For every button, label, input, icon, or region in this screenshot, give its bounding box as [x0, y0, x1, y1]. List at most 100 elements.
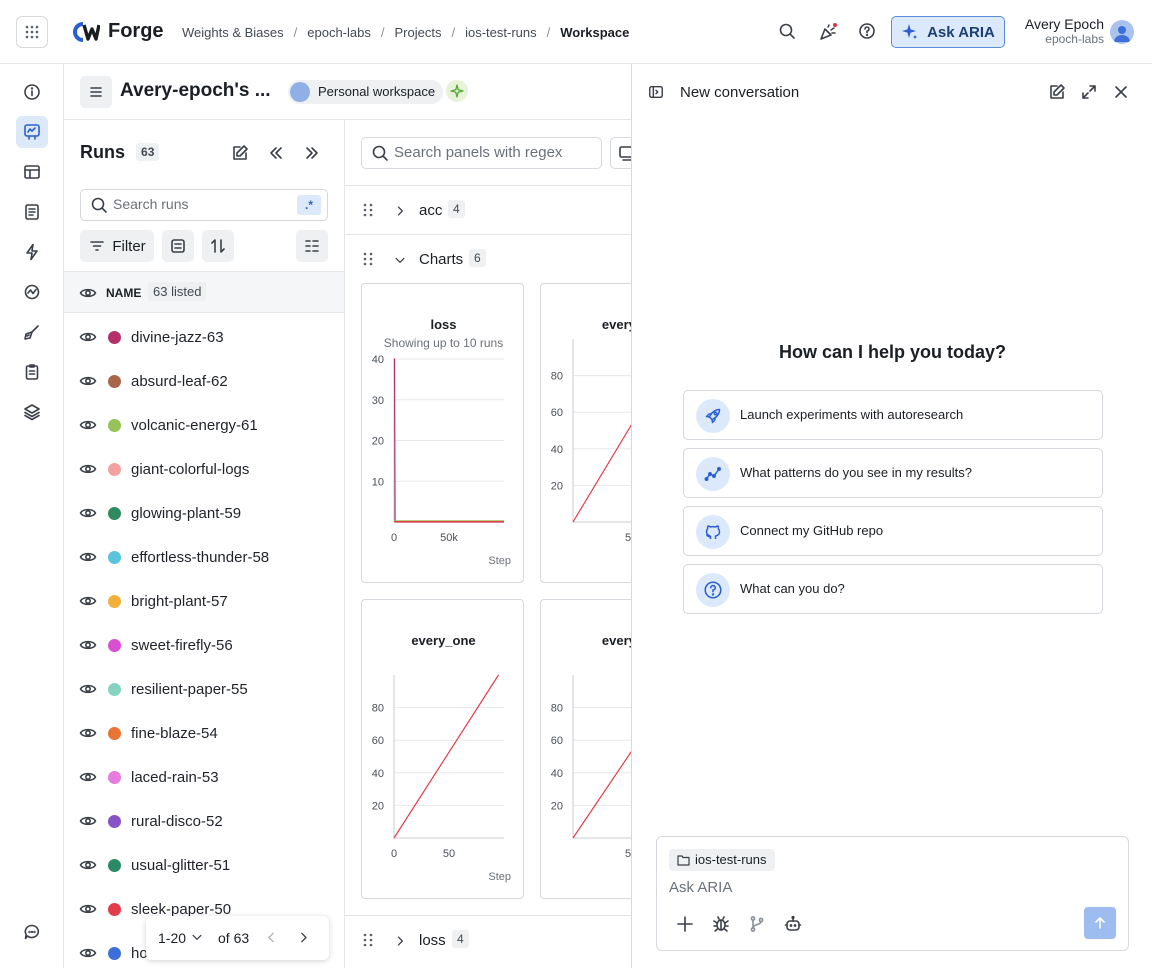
- run-color-dot[interactable]: [108, 903, 121, 916]
- series-line[interactable]: [572, 675, 631, 839]
- run-color-dot[interactable]: [108, 947, 121, 960]
- run-name[interactable]: glowing-plant-59: [131, 505, 241, 522]
- panel-view-button[interactable]: [610, 137, 631, 169]
- run-name[interactable]: rural-disco-52: [131, 813, 223, 830]
- run-color-dot[interactable]: [108, 507, 121, 520]
- run-name[interactable]: volcanic-energy-61: [131, 417, 258, 434]
- run-color-dot[interactable]: [108, 639, 121, 652]
- eye-icon[interactable]: [79, 900, 97, 918]
- expand-icon[interactable]: [1080, 83, 1098, 101]
- breadcrumb-item[interactable]: ios-test-runs: [465, 25, 537, 40]
- run-name[interactable]: giant-colorful-logs: [131, 461, 249, 478]
- run-row[interactable]: bright-plant-57: [64, 579, 344, 623]
- rail-sweeper[interactable]: [16, 316, 48, 348]
- chart-card-every-2[interactable]: every_ 806040205: [540, 599, 631, 899]
- run-row[interactable]: laced-rain-53: [64, 755, 344, 799]
- run-row[interactable]: absurd-leaf-62: [64, 359, 344, 403]
- eye-icon[interactable]: [79, 856, 97, 874]
- eye-icon[interactable]: [79, 680, 97, 698]
- panel-search-input[interactable]: [394, 144, 594, 161]
- run-name[interactable]: sweet-firefly-56: [131, 637, 233, 654]
- eye-icon[interactable]: [79, 768, 97, 786]
- edit-icon[interactable]: [231, 144, 249, 162]
- drag-handle-icon[interactable]: [363, 933, 373, 947]
- eye-icon[interactable]: [79, 460, 97, 478]
- eye-icon[interactable]: [79, 636, 97, 654]
- workspace-title[interactable]: Avery-epoch's ...: [120, 80, 271, 102]
- eye-icon[interactable]: [79, 504, 97, 522]
- breadcrumb-item[interactable]: epoch-labs: [307, 25, 371, 40]
- run-color-dot[interactable]: [108, 463, 121, 476]
- rail-artifacts[interactable]: [16, 396, 48, 428]
- run-row[interactable]: divine-jazz-63: [64, 315, 344, 359]
- run-row[interactable]: rural-disco-52: [64, 799, 344, 843]
- chevron-right-icon[interactable]: [393, 934, 407, 948]
- robot-icon[interactable]: [784, 915, 802, 933]
- avatar[interactable]: [1110, 20, 1134, 44]
- run-name[interactable]: absurd-leaf-62: [131, 373, 228, 390]
- group-button[interactable]: [162, 230, 194, 262]
- eye-icon[interactable]: [79, 944, 97, 962]
- regex-toggle[interactable]: .*: [297, 195, 321, 215]
- run-name[interactable]: fine-blaze-54: [131, 725, 218, 742]
- run-color-dot[interactable]: [108, 815, 121, 828]
- chevron-down-icon[interactable]: [190, 930, 204, 944]
- run-name[interactable]: usual-glitter-51: [131, 857, 230, 874]
- suggestion-patterns[interactable]: What patterns do you see in my results?: [683, 448, 1103, 498]
- eye-icon[interactable]: [79, 724, 97, 742]
- run-row[interactable]: resilient-paper-55: [64, 667, 344, 711]
- section-acc[interactable]: acc 4: [345, 185, 631, 234]
- chart-card-every[interactable]: every_ 806040205: [540, 283, 631, 583]
- run-name[interactable]: effortless-thunder-58: [131, 549, 269, 566]
- run-name[interactable]: divine-jazz-63: [131, 329, 224, 346]
- column-name-header[interactable]: NAME: [106, 286, 141, 300]
- context-chip[interactable]: ios-test-runs: [669, 849, 775, 871]
- series-line[interactable]: [393, 674, 500, 839]
- eye-icon[interactable]: [79, 372, 97, 390]
- eye-icon[interactable]: [79, 284, 97, 302]
- rail-workspace[interactable]: [16, 116, 48, 148]
- breadcrumb-item[interactable]: Projects: [395, 25, 442, 40]
- search-runs-input[interactable]: [113, 196, 293, 212]
- run-color-dot[interactable]: [108, 727, 121, 740]
- suggestion-github[interactable]: Connect my GitHub repo: [683, 506, 1103, 556]
- run-color-dot[interactable]: [108, 771, 121, 784]
- breadcrumb-item[interactable]: Weights & Biases: [182, 25, 284, 40]
- branch-icon[interactable]: [748, 915, 766, 933]
- send-button[interactable]: [1084, 907, 1116, 939]
- menu-button[interactable]: [80, 76, 112, 108]
- workspace-type-badge[interactable]: Personal workspace: [288, 80, 444, 104]
- eye-icon[interactable]: [79, 812, 97, 830]
- rail-clipboard[interactable]: [16, 356, 48, 388]
- run-name[interactable]: laced-rain-53: [131, 769, 219, 786]
- columns-button[interactable]: [296, 230, 328, 262]
- chart-card-loss[interactable]: loss Showing up to 10 runs 40 30 20 10 0 50k S…: [361, 283, 524, 583]
- filter-button[interactable]: Filter: [80, 230, 154, 262]
- brand[interactable]: Forge: [72, 20, 164, 43]
- rail-feedback[interactable]: [16, 916, 48, 948]
- series-line[interactable]: [572, 339, 631, 523]
- chevron-right-icon[interactable]: [393, 204, 407, 218]
- suggestion-capabilities[interactable]: What can you do?: [683, 564, 1103, 614]
- eye-icon[interactable]: [79, 328, 97, 346]
- eye-icon[interactable]: [79, 592, 97, 610]
- run-row[interactable]: usual-glitter-51: [64, 843, 344, 887]
- chevron-down-icon[interactable]: [393, 253, 407, 267]
- suggestion-autoresearch[interactable]: Launch experiments with autoresearch: [683, 390, 1103, 440]
- add-icon[interactable]: [676, 915, 694, 933]
- rail-reports[interactable]: [16, 196, 48, 228]
- rail-runs-table[interactable]: [16, 156, 48, 188]
- sort-button[interactable]: [202, 230, 234, 262]
- rail-automations[interactable]: [16, 236, 48, 268]
- run-name[interactable]: bright-plant-57: [131, 593, 228, 610]
- sidebar-toggle-icon[interactable]: [648, 84, 664, 100]
- chevron-right-icon[interactable]: [296, 930, 311, 945]
- run-color-dot[interactable]: [108, 859, 121, 872]
- ask-aria-button[interactable]: Ask ARIA: [891, 16, 1005, 48]
- new-chat-icon[interactable]: [1048, 83, 1066, 101]
- collapse-left-icon[interactable]: [267, 144, 285, 162]
- chart-card-every-one[interactable]: every_one 80 60 40 20 0 50 Step: [361, 599, 524, 899]
- chevron-left-icon[interactable]: [264, 930, 279, 945]
- section-loss[interactable]: loss 4: [345, 915, 631, 968]
- eye-icon[interactable]: [79, 416, 97, 434]
